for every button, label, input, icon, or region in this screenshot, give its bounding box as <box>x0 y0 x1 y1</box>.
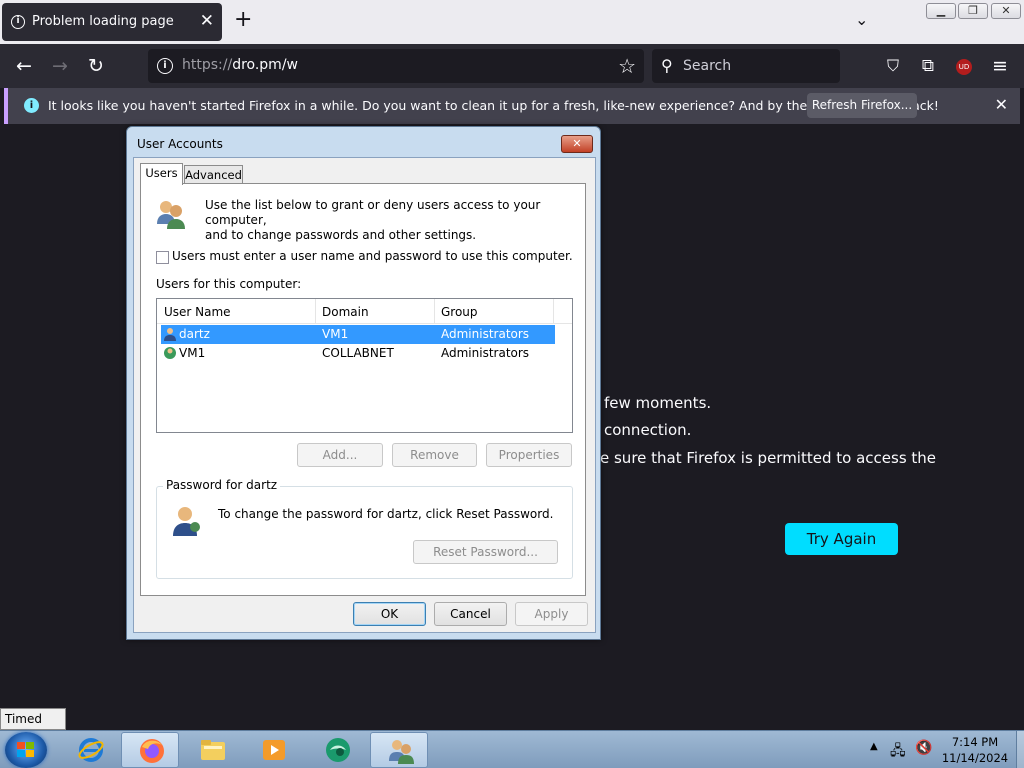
taskbar-firefox[interactable] <box>121 732 179 768</box>
url-bar[interactable]: i https://dro.pm/w ☆ <box>148 49 644 83</box>
windows-logo-icon <box>17 742 34 757</box>
show-hidden-icons-arrow-icon[interactable]: ▲ <box>870 741 878 752</box>
folder-icon <box>201 740 225 760</box>
start-button[interactable] <box>5 732 47 768</box>
error-text-line: few moments. <box>604 394 712 412</box>
dialog-close-button[interactable]: ✕ <box>561 135 593 153</box>
taskbar-user-accounts[interactable] <box>370 732 428 768</box>
menu-hamburger-icon[interactable]: ≡ <box>987 53 1013 79</box>
ok-button[interactable]: OK <box>353 602 426 626</box>
notification-message: It looks like you haven't started Firefo… <box>48 98 939 113</box>
taskbar-internet-explorer[interactable] <box>61 732 119 768</box>
domain-user-icon <box>164 347 176 359</box>
search-placeholder: Search <box>683 58 732 74</box>
notification-bar: i It looks like you haven't started Fire… <box>4 88 1020 124</box>
column-separator[interactable] <box>553 299 554 323</box>
dialog-title: User Accounts <box>137 137 223 151</box>
error-text-line: connection. <box>604 421 692 439</box>
close-tab-icon[interactable]: ✕ <box>200 11 214 31</box>
user-icon <box>164 328 176 341</box>
extensions-icon[interactable]: ⧉ <box>915 53 941 79</box>
dialog-client-area: Users Advanced Use the list below to gra… <box>133 157 596 633</box>
remove-user-button[interactable]: Remove <box>392 443 477 467</box>
minimize-button[interactable]: ▁ <box>926 3 956 19</box>
tab-title: Problem loading page <box>32 14 174 29</box>
error-text-line: e sure that Firefox is permitted to acce… <box>600 449 937 467</box>
tab-users[interactable]: Users <box>140 163 183 185</box>
clock[interactable]: 7:14 PM 11/14/2024 <box>940 734 1010 766</box>
users-icon <box>157 201 185 229</box>
back-arrow-icon[interactable]: ← <box>11 53 37 79</box>
info-icon: i <box>24 98 39 113</box>
list-tabs-chevron-icon[interactable]: ⌄ <box>855 10 868 29</box>
restore-button[interactable]: ❐ <box>958 3 988 19</box>
taskbar-green-app[interactable] <box>308 732 366 768</box>
cancel-button[interactable]: Cancel <box>434 602 507 626</box>
require-login-label[interactable]: Users must enter a user name and passwor… <box>172 249 573 263</box>
info-icon: i <box>11 15 25 29</box>
close-notification-icon[interactable]: ✕ <box>995 95 1008 114</box>
search-input[interactable]: ⚲ Search <box>652 49 840 83</box>
network-icon[interactable]: 🖧 <box>890 740 906 764</box>
internet-explorer-icon <box>78 738 104 762</box>
user-accounts-icon <box>389 740 414 764</box>
tab-problem-loading[interactable]: i Problem loading page ✕ <box>2 3 222 41</box>
new-tab-button[interactable]: + <box>234 9 252 31</box>
add-user-button[interactable]: Add... <box>297 443 383 467</box>
user-accounts-dialog: User Accounts ✕ Users Advanced Use the l… <box>126 126 601 640</box>
pocket-icon[interactable]: ⛉ <box>880 53 906 79</box>
password-instructions: To change the password for dartz, click … <box>218 507 554 521</box>
status-text: Timed Out <box>0 708 66 746</box>
reload-icon[interactable]: ↻ <box>83 53 109 79</box>
refresh-firefox-button[interactable]: Refresh Firefox... <box>807 93 917 118</box>
volume-muted-icon[interactable]: 🔇 <box>915 740 932 756</box>
user-row[interactable]: dartz VM1 Administrators <box>161 325 555 344</box>
password-group: Password for dartz To change the passwor… <box>156 478 573 579</box>
taskbar: ▲ 🖧 🔇 7:14 PM 11/14/2024 <box>0 730 1024 768</box>
dialog-description: Use the list below to grant or deny user… <box>205 198 541 242</box>
nav-toolbar: ← → ↻ i https://dro.pm/w ☆ ⚲ Search ⛉ ⧉ … <box>0 44 1024 88</box>
bookmark-star-icon[interactable]: ☆ <box>618 54 636 78</box>
show-desktop-button[interactable] <box>1016 731 1024 768</box>
try-again-button[interactable]: Try Again <box>785 523 898 555</box>
require-login-checkbox[interactable] <box>156 251 169 264</box>
ublock-icon[interactable]: UD <box>951 53 977 79</box>
column-separator[interactable] <box>434 299 435 323</box>
users-tab-panel: Use the list below to grant or deny user… <box>140 183 586 596</box>
tab-strip: i Problem loading page ✕ + ⌄ ▁ ❐ ✕ <box>0 0 1024 44</box>
url-text[interactable]: https://dro.pm/w <box>182 57 298 73</box>
taskbar-media-player[interactable] <box>244 732 302 768</box>
apply-button[interactable]: Apply <box>515 602 588 626</box>
users-list-label: Users for this computer: <box>156 277 302 291</box>
close-window-button[interactable]: ✕ <box>991 3 1021 19</box>
green-app-icon <box>326 738 350 762</box>
properties-button[interactable]: Properties <box>486 443 572 467</box>
firefox-icon <box>140 739 164 763</box>
media-player-icon <box>263 740 285 760</box>
users-list-header: User Name Domain Group <box>157 299 572 324</box>
search-icon: ⚲ <box>661 56 673 75</box>
column-domain[interactable]: Domain <box>322 305 369 319</box>
site-info-icon[interactable]: i <box>157 58 173 74</box>
users-list[interactable]: User Name Domain Group dartz VM1 Adminis… <box>156 298 573 433</box>
taskbar-file-explorer[interactable] <box>183 732 241 768</box>
forward-arrow-icon[interactable]: → <box>47 53 73 79</box>
password-group-title: Password for dartz <box>163 478 281 492</box>
screen: i Problem loading page ✕ + ⌄ ▁ ❐ ✕ ← → ↻… <box>0 0 1024 768</box>
system-tray: ▲ 🖧 🔇 7:14 PM 11/14/2024 <box>860 731 1024 768</box>
user-password-icon <box>173 507 200 536</box>
reset-password-button[interactable]: Reset Password... <box>413 540 558 564</box>
user-row[interactable]: VM1 COLLABNET Administrators <box>161 344 555 363</box>
column-user-name[interactable]: User Name <box>164 305 231 319</box>
column-group[interactable]: Group <box>441 305 478 319</box>
tab-advanced[interactable]: Advanced <box>184 165 243 185</box>
column-separator[interactable] <box>315 299 316 323</box>
